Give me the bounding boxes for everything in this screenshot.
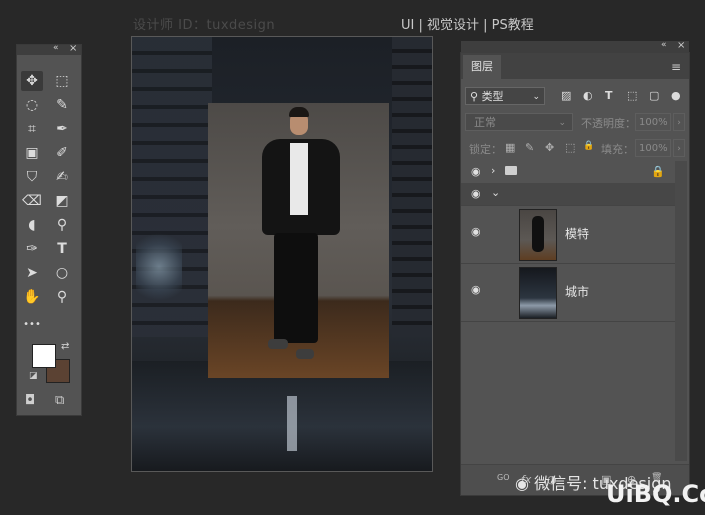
category-watermark: UI | 视觉设计 | PS教程 bbox=[401, 18, 534, 33]
hand-tool-icon[interactable]: ✋ bbox=[21, 287, 43, 307]
folder-icon bbox=[505, 166, 517, 175]
filter-kind-select[interactable]: ⚲ 类型 ⌄ bbox=[465, 87, 545, 105]
chevron-down-icon[interactable]: ⌄ bbox=[491, 186, 500, 199]
layer-name[interactable]: 模特 bbox=[565, 225, 589, 242]
blur-tool-icon[interactable]: ◖ bbox=[21, 215, 43, 235]
eraser-tool-icon[interactable]: ⌫ bbox=[21, 191, 43, 211]
marquee-tool-icon[interactable]: ⬚ bbox=[51, 71, 73, 91]
search-icon: ⚲ bbox=[470, 90, 482, 103]
chevron-right-icon[interactable]: › bbox=[491, 164, 495, 177]
smart-object-filter-icon[interactable]: ▢ bbox=[649, 89, 659, 102]
foreground-color-swatch[interactable] bbox=[32, 344, 56, 368]
pen-tool-icon[interactable]: ✑ bbox=[21, 239, 43, 259]
default-colors-icon[interactable]: ◪ bbox=[29, 371, 38, 381]
lock-icon: 🔒 bbox=[651, 165, 665, 178]
collapse-icon[interactable]: « bbox=[661, 40, 667, 50]
chevron-down-icon: ⌄ bbox=[532, 92, 540, 102]
collapse-icon[interactable]: « bbox=[53, 43, 59, 53]
path-select-tool-icon[interactable]: ➤ bbox=[21, 263, 43, 283]
model-legs bbox=[274, 233, 318, 343]
opacity-label: 不透明度： bbox=[581, 117, 636, 130]
close-icon[interactable]: × bbox=[69, 43, 77, 54]
ellipse-tool-icon[interactable]: ○ bbox=[51, 263, 73, 283]
layers-panel: « × 图层 ≡ ⚲ 类型 ⌄ ▨ ◐ T ⬚ ▢ ● 正常 ⌄ 不透明度： 1… bbox=[460, 40, 690, 496]
screen-mode-icon[interactable]: ⧉ bbox=[55, 393, 64, 408]
document-canvas[interactable] bbox=[131, 36, 433, 472]
street-light-glow bbox=[136, 232, 182, 302]
frame-tool-icon[interactable]: ▣ bbox=[21, 143, 43, 163]
move-tool-icon[interactable]: ✥ bbox=[21, 71, 43, 91]
lock-transparent-icon[interactable]: ▦ bbox=[505, 141, 515, 154]
layer-row-model[interactable]: ◉ 模特 bbox=[461, 205, 675, 264]
fill-input[interactable]: 100% bbox=[635, 139, 671, 157]
city-building-right bbox=[392, 37, 432, 337]
lock-row: 锁定： ▦ ✎ ✥ ⬚ 🔒 填充： 100% › bbox=[465, 139, 687, 159]
swap-colors-icon[interactable]: ⇄ bbox=[61, 341, 69, 352]
lock-pixels-icon[interactable]: ✎ bbox=[525, 141, 534, 154]
tools-panel: « × ✥ ⬚ ◌ ✎ ⌗ ✒ ▣ ✐ ⛉ ✍ ⌫ ◩ ◖ ⚲ ✑ T ➤ ○ … bbox=[16, 43, 82, 416]
more-tools-icon[interactable]: ••• bbox=[21, 315, 43, 335]
model-photo-layer[interactable] bbox=[208, 103, 389, 378]
opacity-dropdown-icon[interactable]: › bbox=[673, 113, 685, 131]
lock-artboard-icon[interactable]: ⬚ bbox=[565, 141, 575, 154]
layers-panel-header: 图层 ≡ bbox=[461, 53, 689, 79]
layer-name[interactable]: 城市 bbox=[565, 283, 589, 300]
eye-icon[interactable]: ◉ bbox=[471, 187, 481, 200]
model-hair bbox=[289, 107, 309, 117]
quick-mask-icon[interactable]: ◘ bbox=[25, 393, 35, 408]
tab-layers[interactable]: 图层 bbox=[463, 55, 501, 79]
type-tool-icon[interactable]: T bbox=[51, 239, 73, 259]
tools-panel-titlebar[interactable]: « × bbox=[17, 43, 81, 55]
layer-filter-row: ⚲ 类型 ⌄ ▨ ◐ T ⬚ ▢ ● bbox=[465, 87, 685, 107]
layer-group-row[interactable]: ◉ ⌄ bbox=[461, 183, 675, 206]
close-icon[interactable]: × bbox=[677, 40, 685, 51]
stamp-tool-icon[interactable]: ⛉ bbox=[21, 167, 43, 187]
eye-icon[interactable]: ◉ bbox=[471, 283, 481, 296]
pixel-filter-icon[interactable]: ▨ bbox=[561, 89, 571, 102]
layers-panel-titlebar[interactable]: « × bbox=[461, 40, 689, 53]
quick-select-tool-icon[interactable]: ✎ bbox=[51, 95, 73, 115]
blend-mode-value: 正常 bbox=[474, 116, 496, 129]
uibq-logo: UiBQ.CoM bbox=[606, 480, 705, 508]
model-shirt bbox=[290, 143, 308, 215]
filter-toggle-icon[interactable]: ● bbox=[671, 89, 681, 102]
adjustment-filter-icon[interactable]: ◐ bbox=[583, 89, 593, 102]
dodge-tool-icon[interactable]: ⚲ bbox=[51, 215, 73, 235]
shape-filter-icon[interactable]: ⬚ bbox=[627, 89, 637, 102]
layer-list: ◉ › 🔒 ◉ ⌄ ◉ 模特 ◉ 城市 bbox=[461, 161, 675, 461]
lock-position-icon[interactable]: ✥ bbox=[545, 141, 554, 154]
bucket-tool-icon[interactable]: ◩ bbox=[51, 191, 73, 211]
chevron-down-icon: ⌄ bbox=[558, 118, 566, 128]
layer-thumbnail bbox=[519, 267, 557, 319]
eye-icon[interactable]: ◉ bbox=[471, 225, 481, 238]
link-layers-icon[interactable]: GO bbox=[497, 473, 510, 482]
zoom-tool-icon[interactable]: ⚲ bbox=[51, 287, 73, 307]
model-shoe-right bbox=[296, 349, 314, 359]
layer-row-city[interactable]: ◉ 城市 bbox=[461, 263, 675, 322]
eye-icon[interactable]: ◉ bbox=[471, 165, 481, 178]
crop-tool-icon[interactable]: ⌗ bbox=[21, 119, 43, 139]
type-filter-icon[interactable]: T bbox=[605, 89, 613, 102]
eyedropper-tool-icon[interactable]: ✒ bbox=[51, 119, 73, 139]
layer-group-row[interactable]: ◉ › 🔒 bbox=[461, 161, 675, 184]
layer-thumbnail bbox=[519, 209, 557, 261]
layers-scrollbar[interactable] bbox=[675, 161, 687, 461]
history-brush-tool-icon[interactable]: ✍ bbox=[51, 167, 73, 187]
model-shoe-left bbox=[268, 339, 288, 349]
lock-label: 锁定： bbox=[469, 143, 502, 156]
fill-label: 填充： bbox=[601, 143, 634, 156]
blend-row: 正常 ⌄ 不透明度： 100% › bbox=[465, 113, 687, 133]
wechat-icon: ◉ bbox=[515, 474, 529, 493]
blend-mode-select[interactable]: 正常 ⌄ bbox=[465, 113, 573, 131]
filter-kind-value: 类型 bbox=[481, 90, 504, 103]
designer-id-watermark: 设计师 ID：tuxdesign bbox=[133, 18, 276, 33]
brush-tool-icon[interactable]: ✐ bbox=[51, 143, 73, 163]
opacity-input[interactable]: 100% bbox=[635, 113, 671, 131]
lasso-tool-icon[interactable]: ◌ bbox=[21, 95, 43, 115]
panel-menu-icon[interactable]: ≡ bbox=[671, 60, 681, 74]
lock-all-icon[interactable]: 🔒 bbox=[583, 141, 594, 151]
fill-dropdown-icon[interactable]: › bbox=[673, 139, 685, 157]
street-marking bbox=[287, 396, 297, 451]
